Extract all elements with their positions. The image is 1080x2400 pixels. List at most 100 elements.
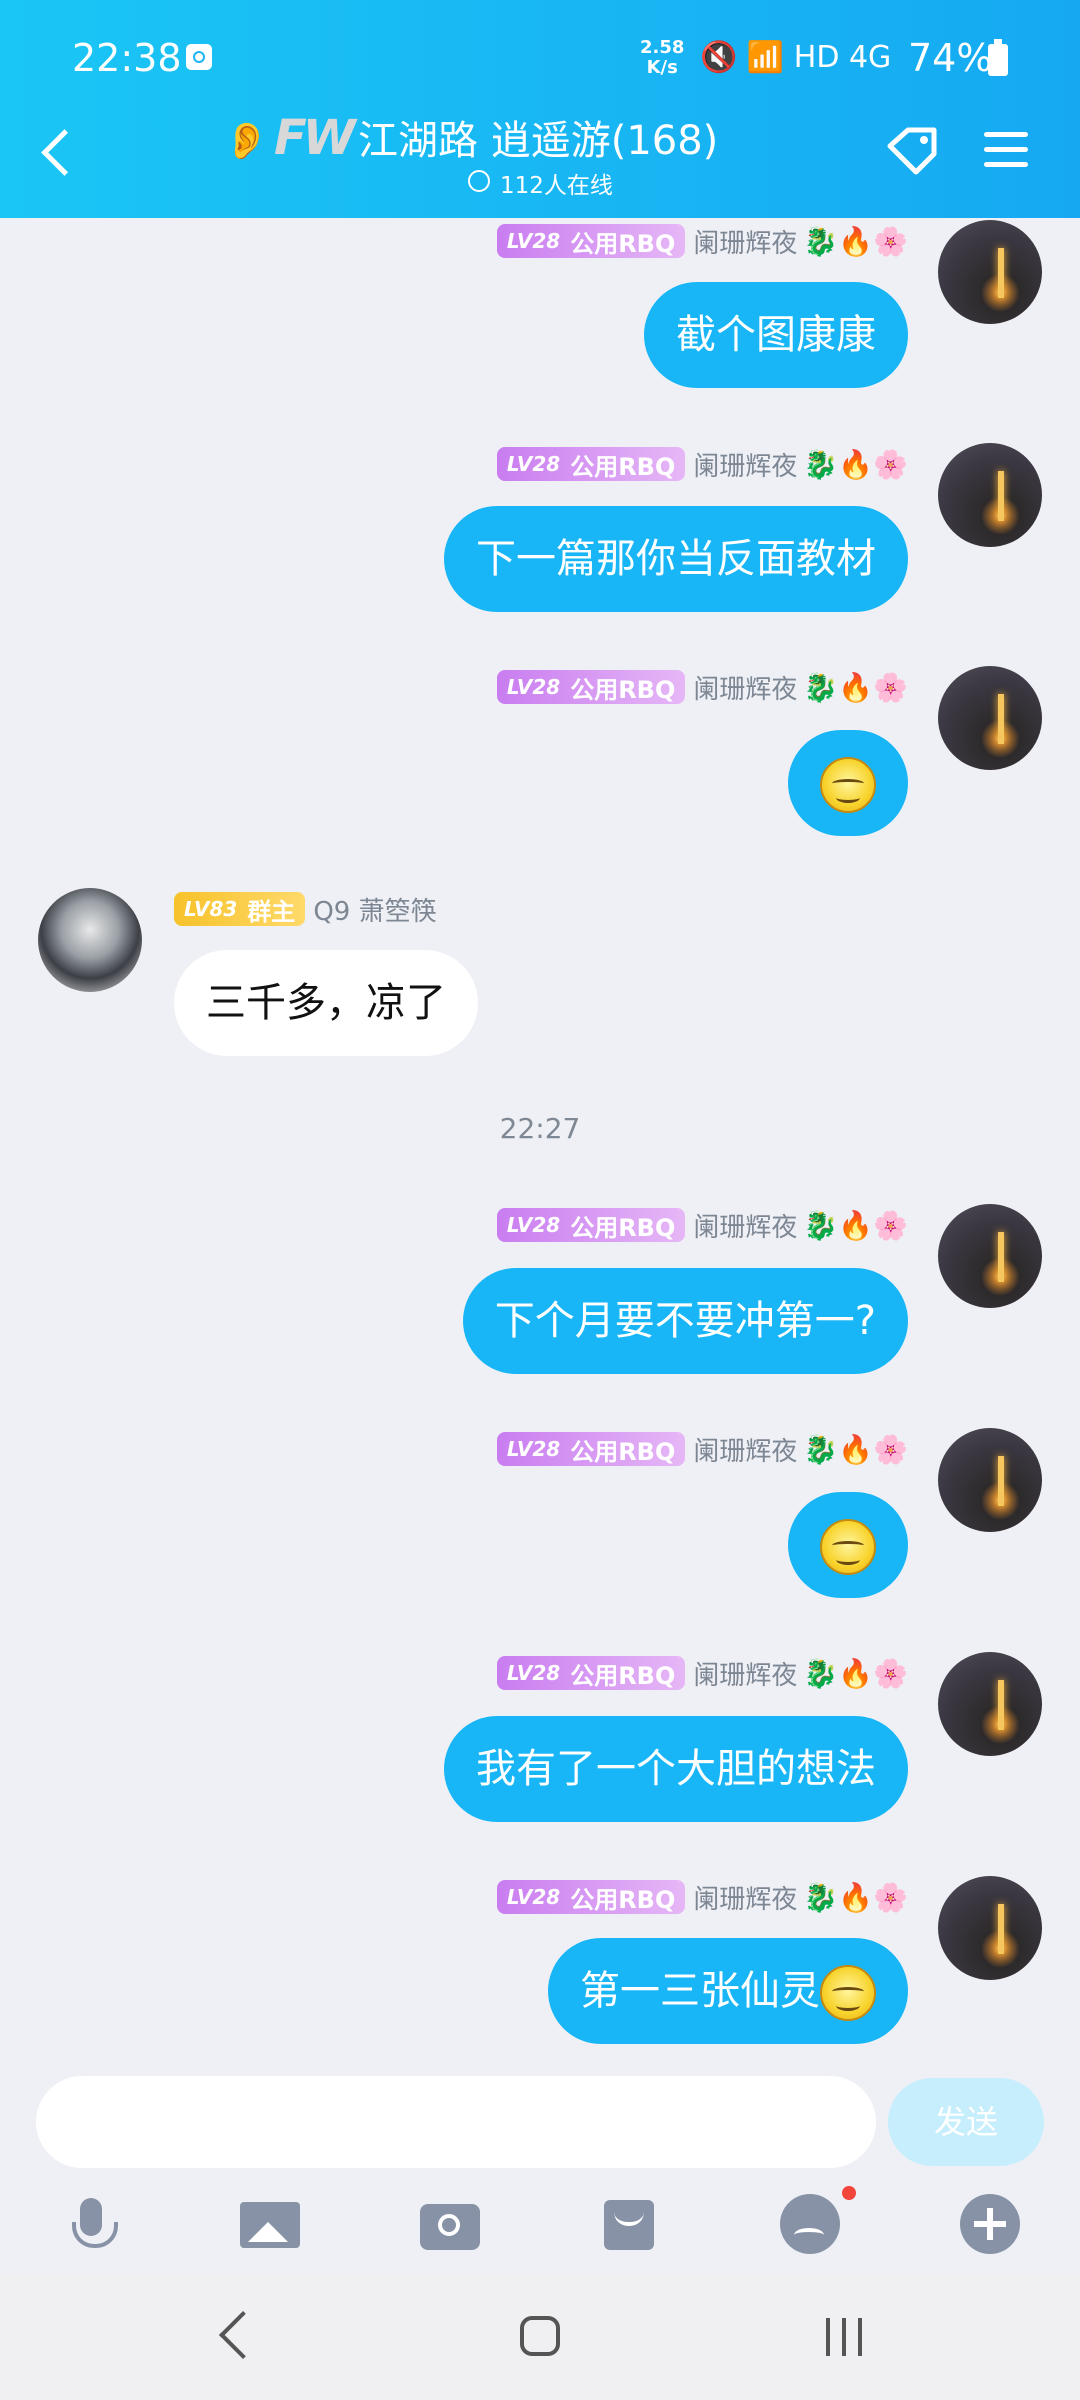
sender-name[interactable]: 阑珊辉夜 (693, 1655, 797, 1692)
battery-percent: 74% (908, 36, 993, 80)
message-bubble[interactable] (788, 1492, 908, 1598)
message-bubble[interactable]: 下个月要不要冲第一? (462, 1268, 908, 1374)
message-bubble[interactable] (788, 730, 908, 836)
message-header: LV28 公用RBQ 阑珊辉夜 🐉🔥🌸 (496, 1430, 908, 1468)
top-bar: 22:38 2.58 K/s 🔇 📶 HD 4G 74% 👂 FW 江湖路 逍遥… (0, 0, 1080, 218)
message-header: LV28 公用RBQ 阑珊辉夜 🐉🔥🌸 (496, 445, 908, 483)
member-title: 公用RBQ (570, 229, 676, 258)
mic-icon[interactable] (60, 2194, 120, 2254)
member-title: 公用RBQ (570, 452, 676, 481)
decoration-icons: 🐉🔥🌸 (803, 670, 908, 704)
smirk-emoji-icon (820, 1965, 876, 2021)
back-button[interactable] (38, 128, 78, 178)
message-header: LV28 公用RBQ 阑珊辉夜 🐉🔥🌸 (496, 1654, 908, 1692)
smirk-emoji-icon (820, 1519, 876, 1575)
member-title: 群主 (247, 897, 296, 926)
sender-name[interactable]: 阑珊辉夜 (693, 669, 797, 706)
member-title: 公用RBQ (570, 675, 676, 704)
system-home-icon[interactable] (520, 2316, 560, 2356)
member-title: 公用RBQ (570, 1437, 676, 1466)
group-title[interactable]: 江湖路 逍遥游(168) (358, 108, 718, 166)
sender-name[interactable]: 阑珊辉夜 (693, 446, 797, 483)
level-badge: LV28 公用RBQ (496, 1880, 686, 1914)
signal-icons: 🔇 📶 HD 4G (700, 40, 892, 75)
message-input[interactable] (36, 2076, 876, 2168)
status-bar: 22:38 2.58 K/s 🔇 📶 HD 4G 74% (0, 0, 1080, 115)
member-title: 公用RBQ (570, 1885, 676, 1914)
message-text: 第一三张仙灵 (580, 1968, 820, 2014)
message-bubble[interactable]: 下一篇那你当反面教材 (444, 506, 908, 612)
message-bubble[interactable]: 第一三张仙灵 (548, 1938, 908, 2044)
send-button[interactable]: 发送 (888, 2078, 1044, 2166)
sender-name[interactable]: 阑珊辉夜 (693, 1207, 797, 1244)
message-header: LV83 群主 Q9 萧箜筷 (174, 890, 437, 928)
system-nav-bar (0, 2274, 1080, 2400)
decoration-icons: 🐉🔥🌸 (803, 1208, 908, 1242)
level-text: LV28 (506, 1885, 561, 1909)
sender-name[interactable]: 阑珊辉夜 (693, 1431, 797, 1468)
message-text: 我有了一个大胆的想法 (476, 1746, 876, 1792)
system-back-icon[interactable] (218, 2310, 268, 2360)
level-badge: LV28 公用RBQ (496, 1656, 686, 1690)
sender-name[interactable]: Q9 萧箜筷 (313, 891, 436, 928)
level-badge: LV28 公用RBQ (496, 670, 686, 704)
status-time: 22:38 (72, 36, 182, 80)
camera-icon[interactable] (420, 2204, 480, 2250)
timestamp: 22:27 (499, 1112, 581, 1145)
menu-icon[interactable] (984, 130, 1028, 170)
decoration-icons: 🐉🔥🌸 (803, 1432, 908, 1466)
decoration-icons: 🐉🔥🌸 (803, 1880, 908, 1914)
ear-icon[interactable]: 👂 (224, 120, 269, 162)
sender-name[interactable]: 阑珊辉夜 (693, 223, 797, 260)
level-badge: LV28 公用RBQ (496, 224, 686, 258)
level-badge: LV28 公用RBQ (496, 1208, 686, 1242)
message-bubble[interactable]: 我有了一个大胆的想法 (444, 1716, 908, 1822)
decoration-icons: 🐉🔥🌸 (803, 447, 908, 481)
message-bubble[interactable]: 三千多，凉了 (174, 950, 478, 1056)
emoji-icon[interactable] (780, 2194, 840, 2254)
member-title: 公用RBQ (570, 1661, 676, 1690)
sender-name[interactable]: 阑珊辉夜 (693, 1879, 797, 1916)
net-speed: 2.58 K/s (640, 38, 684, 78)
level-text: LV28 (506, 1213, 561, 1237)
level-badge: LV28 公用RBQ (496, 447, 686, 481)
image-icon[interactable] (240, 2202, 300, 2248)
level-text: LV28 (506, 229, 561, 253)
smirk-emoji-icon (820, 757, 876, 813)
level-text: LV28 (506, 452, 561, 476)
level-badge: LV83 群主 (174, 892, 306, 926)
avatar[interactable] (938, 1876, 1042, 1980)
decoration-icons: 🐉🔥🌸 (803, 224, 908, 258)
system-recents-icon[interactable] (826, 2318, 862, 2356)
online-count-text: 112人在线 (500, 173, 613, 199)
message-text: 截个图康康 (676, 312, 876, 358)
level-text: LV28 (506, 1661, 561, 1685)
avatar[interactable] (938, 1428, 1042, 1532)
message-header: LV28 公用RBQ 阑珊辉夜 🐉🔥🌸 (496, 1878, 908, 1916)
net-speed-value: 2.58 (640, 37, 685, 58)
avatar[interactable] (938, 1204, 1042, 1308)
tag-icon[interactable] (882, 124, 942, 180)
plus-icon[interactable] (960, 2194, 1020, 2254)
level-text: LV28 (506, 1437, 561, 1461)
avatar[interactable] (938, 220, 1042, 324)
red-packet-icon[interactable] (604, 2200, 654, 2250)
message-header: LV28 公用RBQ 阑珊辉夜 🐉🔥🌸 (496, 222, 908, 260)
avatar[interactable] (938, 443, 1042, 547)
level-badge: LV28 公用RBQ (496, 1432, 686, 1466)
decoration-icons: 🐉🔥🌸 (803, 1656, 908, 1690)
avatar[interactable] (938, 1652, 1042, 1756)
avatar[interactable] (938, 666, 1042, 770)
member-title: 公用RBQ (570, 1213, 676, 1242)
message-text: 下一篇那你当反面教材 (476, 536, 876, 582)
message-text: 三千多，凉了 (206, 980, 446, 1026)
avatar[interactable] (38, 888, 142, 992)
battery-icon (988, 39, 1008, 76)
message-bubble[interactable]: 截个图康康 (644, 282, 908, 388)
notification-dot (842, 2186, 856, 2200)
message-text: 下个月要不要冲第一? (494, 1298, 876, 1344)
level-text: LV83 (184, 897, 238, 921)
online-count: 112人在线 (468, 166, 613, 200)
notification-icon (186, 44, 212, 70)
message-header: LV28 公用RBQ 阑珊辉夜 🐉🔥🌸 (496, 668, 908, 706)
